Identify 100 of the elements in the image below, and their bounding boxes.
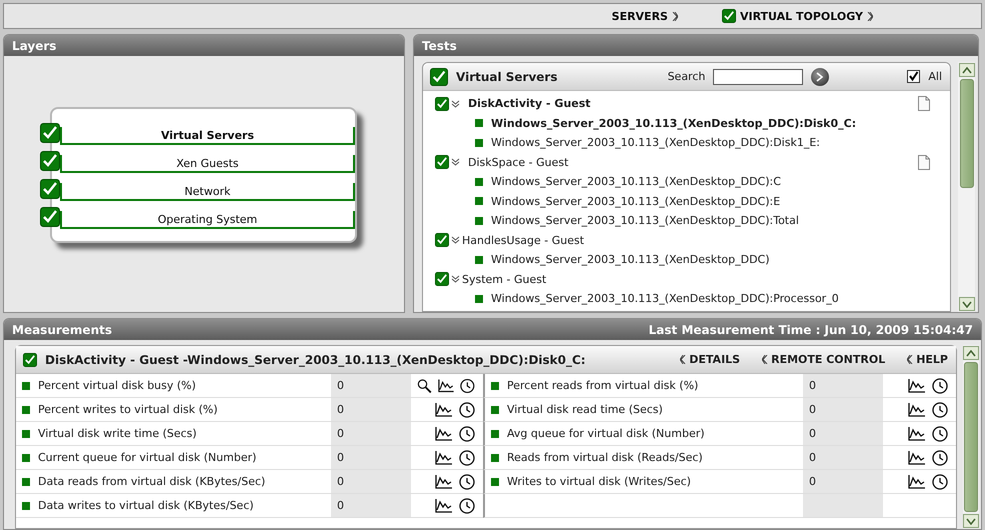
- go-button[interactable]: [811, 68, 830, 86]
- checkbox[interactable]: [23, 352, 37, 366]
- test-group[interactable]: System - Guest: [462, 272, 546, 286]
- status-square-icon: [491, 478, 499, 486]
- layer-item[interactable]: Virtual Servers: [60, 127, 355, 145]
- metric-label: Percent virtual disk busy (%): [38, 379, 196, 392]
- graph-icon[interactable]: [908, 378, 926, 392]
- nav-link[interactable]: VIRTUAL TOPOLOGY: [722, 9, 873, 23]
- clock-icon[interactable]: [932, 378, 948, 394]
- layer-checkbox[interactable]: [40, 123, 60, 143]
- search-field[interactable]: [713, 68, 804, 84]
- expand-caret-icon[interactable]: [451, 236, 460, 244]
- table-cell: 0: [331, 374, 411, 398]
- action-link[interactable]: REMOTE CONTROL: [762, 353, 886, 366]
- graph-icon[interactable]: [435, 474, 453, 488]
- scrollbar[interactable]: [958, 62, 975, 312]
- clock-icon[interactable]: [459, 498, 475, 514]
- status-square-icon: [475, 216, 483, 225]
- layer-checkbox[interactable]: [40, 151, 60, 171]
- document-icon[interactable]: [918, 154, 930, 170]
- graph-icon[interactable]: [435, 498, 453, 512]
- status-square-icon: [475, 138, 483, 147]
- chevron-icon: [867, 12, 873, 20]
- clock-icon[interactable]: [932, 450, 948, 466]
- table-cell: 0: [803, 470, 883, 494]
- graph-icon[interactable]: [435, 450, 453, 464]
- clock-icon[interactable]: [932, 402, 948, 418]
- table-cell: 0: [331, 398, 411, 422]
- checkbox[interactable]: [435, 155, 449, 170]
- nav-link[interactable]: SERVERS: [612, 10, 678, 22]
- clock-icon[interactable]: [460, 378, 475, 394]
- clock-icon[interactable]: [459, 450, 475, 466]
- clock-icon[interactable]: [932, 426, 948, 442]
- chevron-icon: [907, 355, 914, 364]
- panel-title: Measurements: [12, 322, 112, 336]
- status-square-icon: [475, 294, 483, 303]
- search-icon[interactable]: [417, 378, 432, 394]
- test-item[interactable]: Windows_Server_2003_10.113_(XenDesktop_DDC):Disk1_E:: [491, 136, 820, 150]
- layer-item[interactable]: Xen Guests: [60, 155, 355, 173]
- status-square-icon: [22, 478, 30, 486]
- table-cell: 0: [331, 494, 411, 518]
- table-cell: 0: [331, 470, 411, 494]
- graph-icon[interactable]: [908, 474, 926, 488]
- metric-label: Current queue for virtual disk (Number): [38, 451, 256, 464]
- table-cell: 0: [331, 446, 411, 470]
- layer-item[interactable]: Operating System: [60, 211, 355, 229]
- metric-label: Writes to virtual disk (Writes/Sec): [507, 475, 691, 488]
- test-group[interactable]: DiskActivity - Guest: [468, 97, 591, 110]
- clock-icon[interactable]: [459, 474, 475, 490]
- checkbox[interactable]: [435, 272, 449, 286]
- panel-title: Layers: [12, 38, 56, 52]
- scrollbar[interactable]: [963, 345, 979, 529]
- checkbox[interactable]: [722, 9, 736, 23]
- chevron-icon: [762, 355, 768, 364]
- graph-icon[interactable]: [908, 426, 926, 440]
- test-item[interactable]: Windows_Server_2003_10.113_(XenDesktop_DDC):Processor_0: [491, 292, 839, 306]
- metric-label: Avg queue for virtual disk (Number): [507, 427, 705, 440]
- search-label: Search: [668, 70, 706, 83]
- test-group[interactable]: DiskSpace - Guest: [468, 156, 568, 169]
- clock-icon[interactable]: [459, 402, 475, 418]
- table-cell: 0: [803, 398, 883, 422]
- checkbox[interactable]: [435, 233, 449, 248]
- test-item[interactable]: Windows_Server_2003_10.113_(XenDesktop_DDC):Disk0_C:: [491, 116, 856, 130]
- test-item[interactable]: Windows_Server_2003_10.113_(XenDesktop_DDC):C: [491, 175, 781, 188]
- test-item[interactable]: Windows_Server_2003_10.113_(XenDesktop_DDC): [491, 253, 770, 266]
- clock-icon[interactable]: [932, 474, 948, 490]
- document-icon[interactable]: [918, 96, 930, 112]
- action-link[interactable]: DETAILS: [680, 353, 740, 366]
- status-square-icon: [491, 406, 499, 414]
- status-square-icon: [22, 430, 30, 438]
- chevron-icon: [680, 355, 686, 364]
- clock-icon[interactable]: [459, 426, 475, 442]
- checkbox[interactable]: [430, 68, 448, 86]
- test-item[interactable]: Windows_Server_2003_10.113_(XenDesktop_DDC):Total: [491, 214, 799, 228]
- graph-icon[interactable]: [435, 402, 453, 416]
- expand-caret-icon[interactable]: [451, 275, 460, 284]
- expand-caret-icon[interactable]: [451, 158, 460, 166]
- checkbox[interactable]: [435, 96, 449, 111]
- status-square-icon: [22, 454, 30, 462]
- graph-icon[interactable]: [435, 426, 453, 440]
- status-square-icon: [491, 382, 499, 390]
- metric-label: Percent reads from virtual disk (%): [507, 379, 698, 392]
- all-checkbox[interactable]: [907, 70, 920, 83]
- metric-label: Data reads from virtual disk (KBytes/Sec): [38, 475, 266, 488]
- metric-label: Virtual disk read time (Secs): [507, 403, 663, 416]
- layer-item[interactable]: Network: [60, 183, 355, 201]
- graph-icon[interactable]: [908, 402, 926, 416]
- metric-label: Reads from virtual disk (Reads/Sec): [507, 451, 703, 464]
- graph-icon[interactable]: [438, 378, 454, 392]
- test-item[interactable]: Windows_Server_2003_10.113_(XenDesktop_DDC):E: [491, 194, 780, 208]
- test-group[interactable]: HandlesUsage - Guest: [462, 234, 584, 247]
- status-square-icon: [22, 502, 30, 510]
- action-link[interactable]: HELP: [907, 353, 948, 366]
- status-square-icon: [22, 382, 30, 390]
- layer-checkbox[interactable]: [40, 207, 60, 227]
- metric-label: Data writes to virtual disk (KBytes/Sec): [38, 499, 254, 512]
- graph-icon[interactable]: [908, 450, 926, 464]
- panel-title: Tests: [422, 38, 457, 52]
- expand-caret-icon[interactable]: [451, 100, 460, 108]
- layer-checkbox[interactable]: [40, 179, 60, 199]
